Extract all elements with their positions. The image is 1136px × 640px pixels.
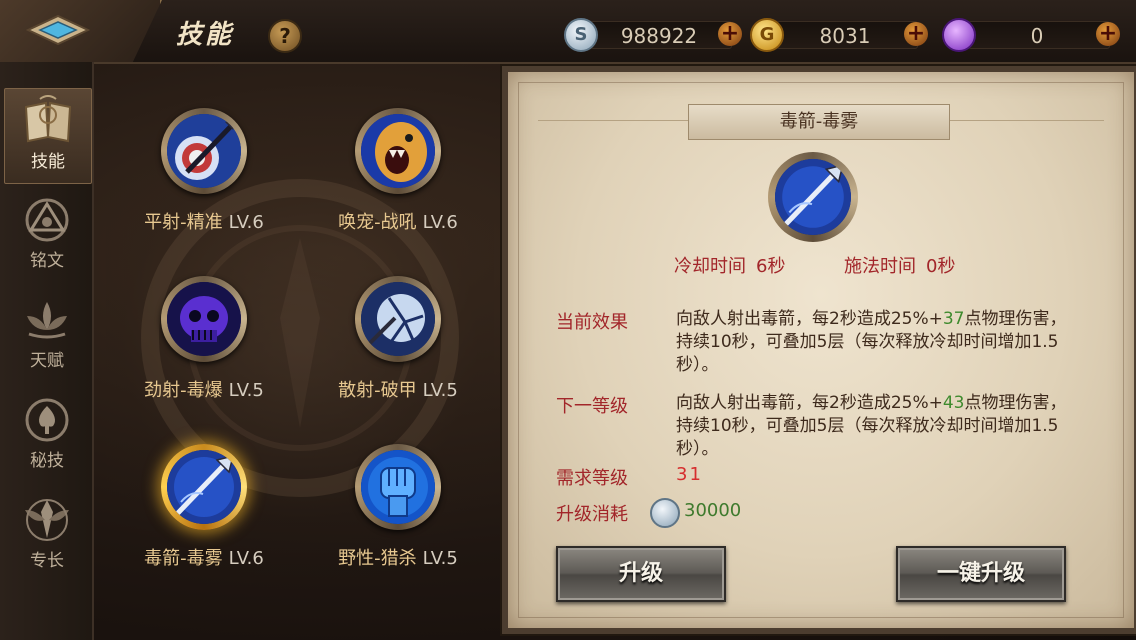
required-level-label: 需求等级 <box>556 468 628 489</box>
poison-arrow-icon <box>167 450 241 524</box>
sidebar-item-label: 专长 <box>30 551 64 571</box>
add-gem-button[interactable]: + <box>1096 22 1120 46</box>
sidebar-item-label: 秘技 <box>30 451 64 471</box>
skill-item[interactable]: 平射-精准 LV.6 <box>114 108 294 258</box>
skill-name: 唤宠-战吼 LV.6 <box>338 212 458 233</box>
sidebar-item-label: 技能 <box>31 152 65 172</box>
skill-name: 平射-精准 LV.6 <box>144 212 264 233</box>
skill-item[interactable]: 野性-猎杀 LV.5 <box>308 444 488 594</box>
divider <box>538 120 688 121</box>
triangle-rune-icon <box>25 198 69 242</box>
skill-icon-frame <box>161 276 247 362</box>
next-level-text: 向敌人射出毒箭，每2秒造成25%+43点物理伤害，持续10秒，可叠加5层（每次释… <box>676 393 1067 459</box>
currency-gold: G 8031 + <box>750 18 930 52</box>
upgrade-cost-label: 升级消耗 <box>556 504 628 525</box>
gold-coin-icon: G <box>750 18 784 52</box>
cooldown-time: 冷却时间 6秒 <box>674 256 786 277</box>
currency-silver: S 988922 + <box>564 18 744 52</box>
upgrade-all-button[interactable]: 一键升级 <box>896 546 1066 602</box>
skill-title: 毒箭-毒雾 <box>688 104 950 140</box>
archer-target-icon <box>167 114 241 188</box>
skill-item[interactable]: 散射-破甲 LV.5 <box>308 276 488 426</box>
help-button[interactable]: ? <box>268 19 302 53</box>
upgrade-cost-value: 30000 <box>684 500 742 521</box>
skill-name: 散射-破甲 LV.5 <box>338 380 458 401</box>
skill-icon-frame <box>355 444 441 530</box>
gold-amount: 8031 <box>819 24 871 48</box>
skill-list: 平射-精准 LV.6 唤宠-战吼 LV.6 劲射-毒爆 LV.5 散射-破甲 L… <box>106 68 494 640</box>
blue-fist-icon <box>361 450 435 524</box>
skill-icon-frame <box>161 108 247 194</box>
silver-amount: 988922 <box>620 24 698 48</box>
page-title: 技能 <box>176 20 235 50</box>
sidebar-item-specialties[interactable]: 专长 <box>4 488 90 582</box>
skill-name: 野性-猎杀 LV.5 <box>338 548 458 569</box>
lotus-icon <box>27 302 67 339</box>
divider <box>948 120 1104 121</box>
poison-arrow-icon <box>775 159 851 235</box>
eagle-crest-icon <box>25 499 69 541</box>
cast-time: 施法时间 0秒 <box>844 256 956 277</box>
upgrade-button[interactable]: 升级 <box>556 546 726 602</box>
sidebar-item-skills[interactable]: 技能 <box>4 88 92 184</box>
top-bar: 技能 ? S 988922 + G 8031 + 0 + <box>0 0 1136 64</box>
purple-gem-icon <box>942 18 976 52</box>
skill-icon-frame <box>768 152 858 242</box>
sidebar-item-talents[interactable]: 天赋 <box>4 288 90 382</box>
roaring-beast-icon <box>361 114 435 188</box>
spade-crest-icon <box>25 398 69 442</box>
sidebar-item-secret-skills[interactable]: 秘技 <box>4 388 90 482</box>
back-button[interactable] <box>0 0 162 62</box>
skill-item[interactable]: 唤宠-战吼 LV.6 <box>308 108 488 258</box>
skill-detail-panel: 毒箭-毒雾 冷却时间 6秒 施法时间 0秒 当前效果 向敌人射出毒箭，每2秒造成25… <box>502 66 1136 634</box>
add-gold-button[interactable]: + <box>904 22 928 46</box>
poison-skull-icon <box>167 282 241 356</box>
skill-item[interactable]: 劲射-毒爆 LV.5 <box>114 276 294 426</box>
skill-icon-frame <box>355 276 441 362</box>
sidebar: 技能 铭文 天赋 秘技 专长 <box>0 62 94 640</box>
current-effect-text: 向敌人射出毒箭，每2秒造成25%+37点物理伤害，持续10秒，可叠加5层（每次释… <box>676 309 1067 375</box>
book-icon <box>24 95 72 143</box>
skill-name: 毒箭-毒雾 LV.6 <box>144 548 264 569</box>
current-effect-label: 当前效果 <box>556 312 628 333</box>
sidebar-item-inscriptions[interactable]: 铭文 <box>4 188 90 282</box>
gem-amount: 0 <box>1030 24 1044 48</box>
skill-item-selected[interactable]: 毒箭-毒雾 LV.6 <box>114 444 294 594</box>
required-level-value: 31 <box>676 464 703 485</box>
skill-icon-frame <box>355 108 441 194</box>
skill-name: 劲射-毒爆 LV.5 <box>144 380 264 401</box>
add-silver-button[interactable]: + <box>718 22 742 46</box>
silver-coin-icon: S <box>564 18 598 52</box>
back-arrow-icon <box>26 14 90 46</box>
shattered-shield-icon <box>361 282 435 356</box>
currency-gem: 0 + <box>942 18 1122 52</box>
next-level-label: 下一等级 <box>556 396 628 417</box>
sidebar-item-label: 铭文 <box>30 251 64 271</box>
skill-icon-frame <box>161 444 247 530</box>
sidebar-item-label: 天赋 <box>30 351 64 371</box>
silver-coin-icon <box>650 498 680 528</box>
